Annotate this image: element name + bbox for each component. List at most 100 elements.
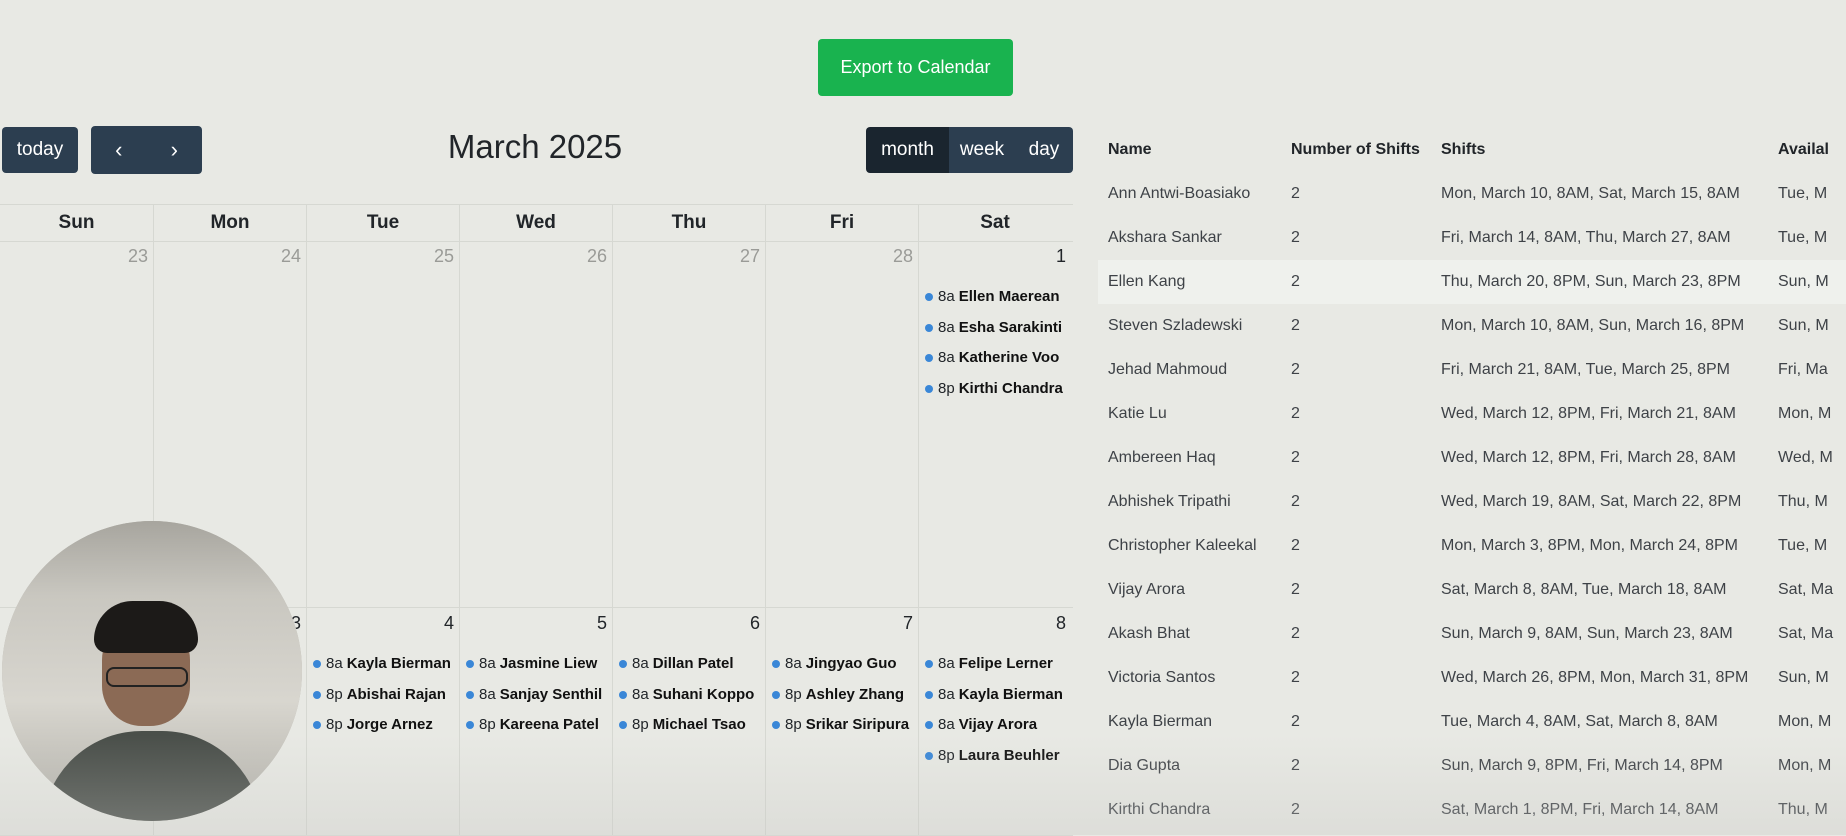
day-cell[interactable]: 6 8a Dillan Patel 8a Suhani Koppo 8p Michael T… (612, 607, 765, 835)
event-dot-icon (466, 660, 474, 669)
event-time: 8a (632, 685, 649, 703)
calendar-event[interactable]: 8a Suhani Koppo (619, 680, 763, 711)
table-cell: Sun, March 9, 8PM, Fri, March 14, 8PM (1441, 757, 1723, 774)
calendar-event[interactable]: 8a Sanjay Senthil (466, 680, 610, 711)
column-header[interactable]: Name (1098, 128, 1281, 172)
event-dot-icon (925, 660, 933, 669)
calendar-event[interactable]: 8a Jasmine Liew (466, 649, 610, 680)
table-row[interactable]: Victoria Santos 2 Wed, March 26, 8PM, Mon,… (1098, 656, 1846, 700)
day-cell[interactable]: 28 (765, 240, 918, 607)
export-to-calendar-button[interactable]: Export to Calendar (818, 39, 1013, 96)
calendar-event[interactable]: 8a Katherine Voo (925, 343, 1069, 374)
day-number[interactable]: 1 (1056, 246, 1066, 267)
table-row[interactable]: Jehad Mahmoud 2 Fri, March 21, 8AM, Tue, M… (1098, 348, 1846, 392)
day-number[interactable]: 27 (740, 246, 760, 267)
event-title: Laura Beuhler (958, 746, 1060, 764)
column-header[interactable]: Number of Shifts (1281, 128, 1431, 172)
next-month-button[interactable]: › (146, 126, 202, 174)
calendar-event[interactable]: 8a Esha Sarakinti (925, 313, 1069, 344)
table-row[interactable]: Akshara Sankar 2 Fri, March 14, 8AM, Thu, … (1098, 216, 1846, 260)
table-row[interactable]: Kirthi Chandra 2 Sat, March 1, 8PM, Fri, M… (1098, 788, 1846, 832)
day-cell[interactable]: 1 8a Ellen Maerean 8a Esha Sarakinti 8a Kather… (918, 240, 1071, 607)
table-cell: Abhishek Tripathi (1108, 493, 1231, 510)
calendar-event[interactable]: 8a Felipe Lerner (925, 649, 1069, 680)
day-cell[interactable]: 4 8a Kayla Bierman 8p Abishai Rajan 8p Jorge A… (306, 607, 459, 835)
column-header[interactable]: Shifts (1431, 128, 1768, 172)
day-cell[interactable]: 26 (459, 240, 612, 607)
day-number[interactable]: 6 (750, 613, 760, 634)
event-list: 8a Kayla Bierman 8p Abishai Rajan 8p Jorge Ar… (313, 649, 457, 741)
table-row[interactable]: Vijay Arora 2 Sat, March 8, 8AM, Tue, Marc… (1098, 568, 1846, 612)
day-number[interactable]: 25 (434, 246, 454, 267)
table-row[interactable]: Dia Gupta 2 Sun, March 9, 8PM, Fri, March … (1098, 744, 1846, 788)
column-header[interactable]: Availal (1768, 128, 1846, 172)
table-row[interactable]: Ambereen Haq 2 Wed, March 12, 8PM, Fri, Ma… (1098, 436, 1846, 480)
day-number[interactable]: 5 (597, 613, 607, 634)
event-time: 8p (479, 716, 496, 733)
day-cell[interactable]: 25 (306, 240, 459, 607)
table-row[interactable]: Katie Lu 2 Wed, March 12, 8PM, Fri, March … (1098, 392, 1846, 436)
day-number[interactable]: 7 (903, 613, 913, 634)
today-button[interactable]: today (2, 127, 78, 173)
table-row[interactable]: Christopher Kaleekal 2 Mon, March 3, 8PM, … (1098, 524, 1846, 568)
table-cell: Christopher Kaleekal (1108, 537, 1257, 554)
table-cell: Thu, March 20, 8PM, Sun, March 23, 8PM (1431, 260, 1768, 304)
day-number[interactable]: 24 (281, 246, 301, 267)
event-time: 8p (785, 716, 802, 733)
day-number[interactable]: 8 (1056, 613, 1066, 634)
day-number[interactable]: 28 (893, 246, 913, 267)
table-row[interactable]: Ann Antwi-Boasiako 2 Mon, March 10, 8AM, S… (1098, 172, 1846, 216)
event-time: 8a (632, 655, 649, 672)
event-time: 8a (785, 655, 802, 672)
day-cell[interactable]: 8 8a Felipe Lerner 8a Kayla Bierman 8a Vijay A… (918, 607, 1071, 835)
calendar-event[interactable]: 8p Laura Beuhler (925, 741, 1069, 772)
day-cell[interactable]: 27 (612, 240, 765, 607)
event-dot-icon (619, 690, 627, 699)
view-switcher: month week day (866, 127, 1073, 173)
table-cell: Wed, March 26, 8PM, Mon, March 31, 8PM (1441, 669, 1749, 686)
prev-month-button[interactable]: ‹ (91, 126, 147, 174)
day-number[interactable]: 26 (587, 246, 607, 267)
calendar-event[interactable]: 8p Ashley Zhang (772, 680, 916, 711)
day-number[interactable]: 4 (444, 613, 454, 634)
day-number[interactable]: 23 (128, 246, 148, 267)
calendar-event[interactable]: 8a Dillan Patel (619, 649, 763, 680)
calendar-event[interactable]: 8p Abishai Rajan (313, 680, 457, 711)
event-title: Esha Sarakinti (958, 318, 1063, 336)
event-list: 8a Dillan Patel 8a Suhani Koppo 8p Michael Ts… (619, 649, 763, 741)
table-row[interactable]: Kayla Bierman 2 Tue, March 4, 8AM, Sat, Ma… (1098, 700, 1846, 744)
table-cell: Fri, Ma (1778, 361, 1828, 378)
day-cell[interactable]: 7 8a Jingyao Guo 8p Ashley Zhang 8p Srikar Sir… (765, 607, 918, 835)
calendar-event[interactable]: 8a Kayla Bierman (925, 680, 1069, 711)
calendar-event[interactable]: 8a Vijay Arora (925, 710, 1069, 741)
calendar-event[interactable]: 8p Jorge Arnez (313, 710, 457, 741)
table-row[interactable]: Akash Bhat 2 Sun, March 9, 8AM, Sun, March… (1098, 612, 1846, 656)
table-row[interactable]: Ellen Kang 2 Thu, March 20, 8PM, Sun, Marc… (1098, 260, 1846, 304)
view-week-button[interactable]: week (949, 127, 1015, 173)
day-cell[interactable]: 5 8a Jasmine Liew 8a Sanjay Senthil 8p Kareena… (459, 607, 612, 835)
weekday-thu: Thu (612, 205, 765, 241)
view-month-button[interactable]: month (866, 127, 949, 173)
calendar-event[interactable]: 8p Michael Tsao (619, 710, 763, 741)
calendar-event[interactable]: 8p Kareena Patel (466, 710, 610, 741)
view-day-button[interactable]: day (1015, 127, 1073, 173)
calendar-event[interactable]: 8p Kirthi Chandra (925, 374, 1069, 405)
event-time: 8a (938, 349, 955, 366)
calendar-event[interactable]: 8a Jingyao Guo (772, 649, 916, 680)
calendar-event[interactable]: 8p Srikar Siripura (772, 710, 916, 741)
calendar-event[interactable]: 8a Kayla Bierman (313, 649, 457, 680)
table-cell: Sun, M (1778, 317, 1829, 334)
event-title: Srikar Siripura (805, 716, 910, 733)
event-title: Kayla Bierman (958, 685, 1063, 703)
event-title: Suhani Koppo (652, 685, 755, 703)
weekday-sun: Sun (58, 212, 95, 233)
table-cell: Victoria Santos (1108, 669, 1216, 686)
calendar-event[interactable]: 8a Ellen Maerean (925, 282, 1069, 313)
table-row[interactable]: Abhishek Tripathi 2 Wed, March 19, 8AM, Sa… (1098, 480, 1846, 524)
table-cell: Wed, March 19, 8AM, Sat, March 22, 8PM (1441, 493, 1742, 510)
table-row[interactable]: Steven Szladewski 2 Mon, March 10, 8AM, Su… (1098, 304, 1846, 348)
event-title: Dillan Patel (652, 655, 734, 672)
event-dot-icon (925, 690, 933, 699)
table-header-row: Name Number of Shifts Shifts Availal (1098, 128, 1846, 172)
event-time: 8p (938, 746, 955, 764)
